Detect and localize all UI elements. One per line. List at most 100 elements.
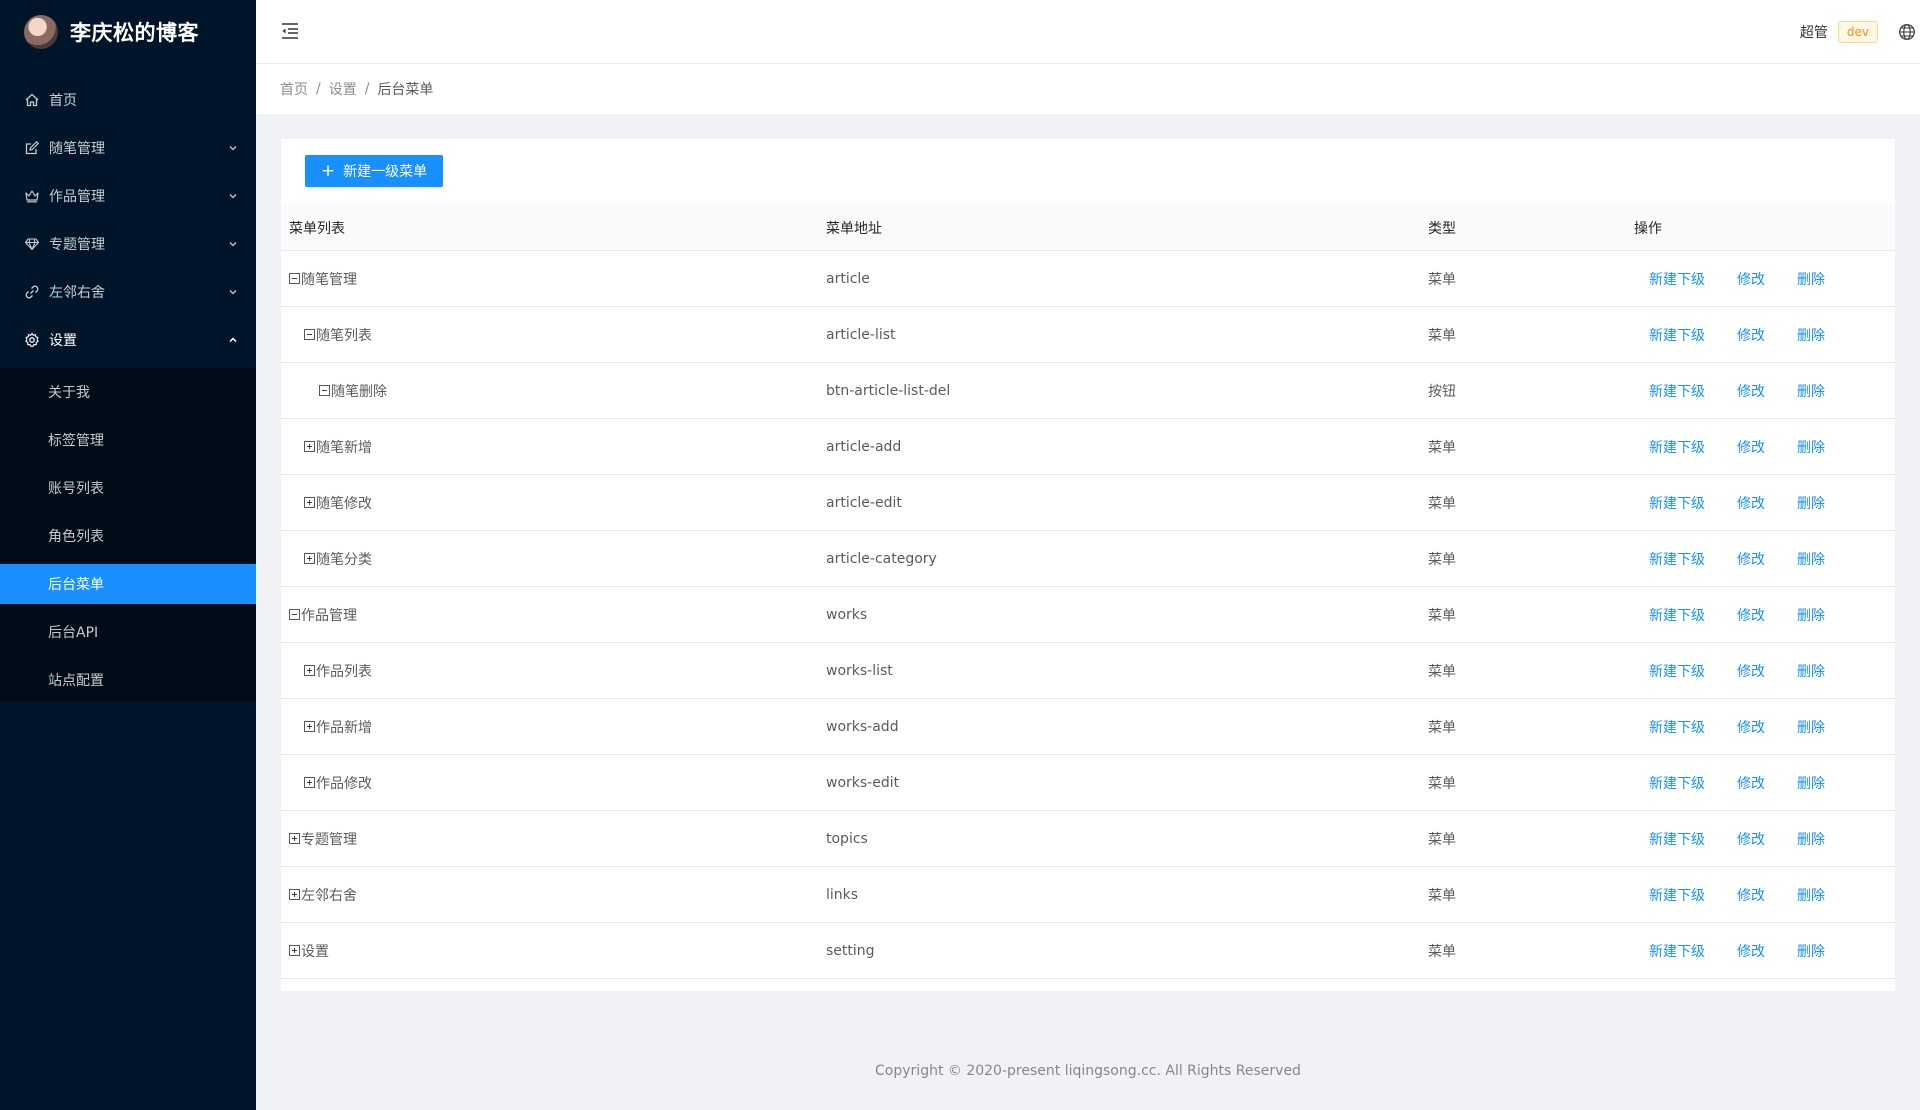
edit-link[interactable]: 修改 [1737, 381, 1765, 401]
menu-table: 菜单列表 菜单地址 类型 操作 随笔管理 article 菜单 新建下级 修改 删除 随笔列… [281, 205, 1895, 979]
edit-link[interactable]: 修改 [1737, 549, 1765, 569]
delete-link[interactable]: 删除 [1797, 493, 1825, 513]
add-child-link[interactable]: 新建下级 [1649, 885, 1705, 905]
sidebar-item-works[interactable]: 作品管理 [0, 176, 256, 216]
chevron-down-icon [228, 191, 238, 201]
chevron-down-icon [228, 287, 238, 297]
edit-link[interactable]: 修改 [1737, 269, 1765, 289]
edit-link[interactable]: 修改 [1737, 493, 1765, 513]
expand-icon[interactable] [304, 553, 315, 564]
settings-submenu: 关于我 标签管理 账号列表 角色列表 后台菜单 后台API 站点配置 [0, 368, 256, 702]
delete-link[interactable]: 删除 [1797, 773, 1825, 793]
sidebar-item-site-config[interactable]: 站点配置 [0, 660, 256, 700]
row-actions: 新建下级 修改 删除 [1634, 437, 1895, 457]
menu-name-cell: 专题管理 [281, 810, 818, 867]
delete-link[interactable]: 删除 [1797, 885, 1825, 905]
add-child-link[interactable]: 新建下级 [1649, 381, 1705, 401]
sidebar-item-home[interactable]: 首页 [0, 80, 256, 120]
edit-link[interactable]: 修改 [1737, 885, 1765, 905]
menu-ops-cell: 新建下级 修改 删除 [1626, 698, 1895, 755]
delete-link[interactable]: 删除 [1797, 549, 1825, 569]
add-child-link[interactable]: 新建下级 [1649, 941, 1705, 961]
new-top-menu-button[interactable]: + 新建一级菜单 [305, 155, 443, 187]
menu-path: works [818, 586, 1420, 643]
link-icon [24, 284, 40, 300]
sidebar-item-topics[interactable]: 专题管理 [0, 224, 256, 264]
sidebar: 李庆松的博客 首页 随笔管理 作品管理 专题管理 左邻右舍 设置 关于我 标签管… [0, 0, 256, 1110]
expand-icon[interactable] [289, 945, 300, 956]
column-header: 类型 [1420, 205, 1626, 251]
delete-link[interactable]: 删除 [1797, 717, 1825, 737]
delete-link[interactable]: 删除 [1797, 605, 1825, 625]
expand-icon[interactable] [304, 497, 315, 508]
collapse-icon[interactable] [304, 329, 315, 340]
menu-type: 菜单 [1420, 306, 1626, 363]
expand-icon[interactable] [304, 665, 315, 676]
table-row: 随笔管理 article 菜单 新建下级 修改 删除 [281, 250, 1895, 307]
expand-icon[interactable] [304, 441, 315, 452]
delete-link[interactable]: 删除 [1797, 325, 1825, 345]
add-child-link[interactable]: 新建下级 [1649, 269, 1705, 289]
edit-link[interactable]: 修改 [1737, 773, 1765, 793]
edit-link[interactable]: 修改 [1737, 829, 1765, 849]
sidebar-item-roles[interactable]: 角色列表 [0, 516, 256, 556]
user-name[interactable]: 超管 [1800, 22, 1828, 42]
add-child-link[interactable]: 新建下级 [1649, 549, 1705, 569]
collapse-icon[interactable] [289, 609, 300, 620]
expand-icon[interactable] [304, 721, 315, 732]
sidebar-item-admin-menu[interactable]: 后台菜单 [0, 564, 256, 604]
sidebar-item-settings[interactable]: 设置 [0, 320, 256, 360]
sidebar-item-articles[interactable]: 随笔管理 [0, 128, 256, 168]
menu-ops-cell: 新建下级 修改 删除 [1626, 866, 1895, 923]
delete-link[interactable]: 删除 [1797, 829, 1825, 849]
collapse-icon[interactable] [289, 273, 300, 284]
edit-link[interactable]: 修改 [1737, 661, 1765, 681]
sidebar-item-about[interactable]: 关于我 [0, 372, 256, 412]
menu-name-wrap: 随笔列表 [289, 325, 818, 345]
menu-type: 菜单 [1420, 698, 1626, 755]
add-child-link[interactable]: 新建下级 [1649, 493, 1705, 513]
edit-link[interactable]: 修改 [1737, 605, 1765, 625]
sidebar-item-tags[interactable]: 标签管理 [0, 420, 256, 460]
delete-link[interactable]: 删除 [1797, 381, 1825, 401]
expand-icon[interactable] [289, 889, 300, 900]
add-child-link[interactable]: 新建下级 [1649, 661, 1705, 681]
breadcrumb-settings[interactable]: 设置 [329, 79, 357, 99]
edit-link[interactable]: 修改 [1737, 325, 1765, 345]
menu-fold-icon[interactable] [280, 22, 300, 40]
menu-name: 作品修改 [316, 775, 372, 792]
row-actions: 新建下级 修改 删除 [1634, 941, 1895, 961]
sidebar-item-label: 角色列表 [48, 529, 104, 545]
edit-link[interactable]: 修改 [1737, 437, 1765, 457]
sidebar-item-label: 账号列表 [48, 481, 104, 497]
menu-type: 按钮 [1420, 362, 1626, 419]
menu-name-cell: 作品新增 [281, 698, 818, 755]
edit-link[interactable]: 修改 [1737, 941, 1765, 961]
add-child-link[interactable]: 新建下级 [1649, 829, 1705, 849]
delete-link[interactable]: 删除 [1797, 269, 1825, 289]
add-child-link[interactable]: 新建下级 [1649, 325, 1705, 345]
collapse-icon[interactable] [319, 385, 330, 396]
globe-icon[interactable] [1898, 23, 1916, 41]
menu-ops-cell: 新建下级 修改 删除 [1626, 362, 1895, 419]
edit-link[interactable]: 修改 [1737, 717, 1765, 737]
delete-link[interactable]: 删除 [1797, 661, 1825, 681]
delete-link[interactable]: 删除 [1797, 437, 1825, 457]
add-child-link[interactable]: 新建下级 [1649, 773, 1705, 793]
sidebar-item-admin-api[interactable]: 后台API [0, 612, 256, 652]
menu-name-cell: 随笔新增 [281, 418, 818, 475]
menu-type: 菜单 [1420, 474, 1626, 531]
expand-icon[interactable] [304, 777, 315, 788]
add-child-link[interactable]: 新建下级 [1649, 605, 1705, 625]
sidebar-item-accounts[interactable]: 账号列表 [0, 468, 256, 508]
delete-link[interactable]: 删除 [1797, 941, 1825, 961]
header-right: 超管 dev [1800, 0, 1920, 64]
breadcrumb-home[interactable]: 首页 [280, 79, 308, 99]
sidebar-item-label: 随笔管理 [49, 141, 105, 157]
menu-name-wrap: 左邻右舍 [289, 885, 818, 905]
add-child-link[interactable]: 新建下级 [1649, 437, 1705, 457]
add-child-link[interactable]: 新建下级 [1649, 717, 1705, 737]
sidebar-item-links[interactable]: 左邻右舍 [0, 272, 256, 312]
logo[interactable]: 李庆松的博客 [0, 0, 256, 64]
expand-icon[interactable] [289, 833, 300, 844]
